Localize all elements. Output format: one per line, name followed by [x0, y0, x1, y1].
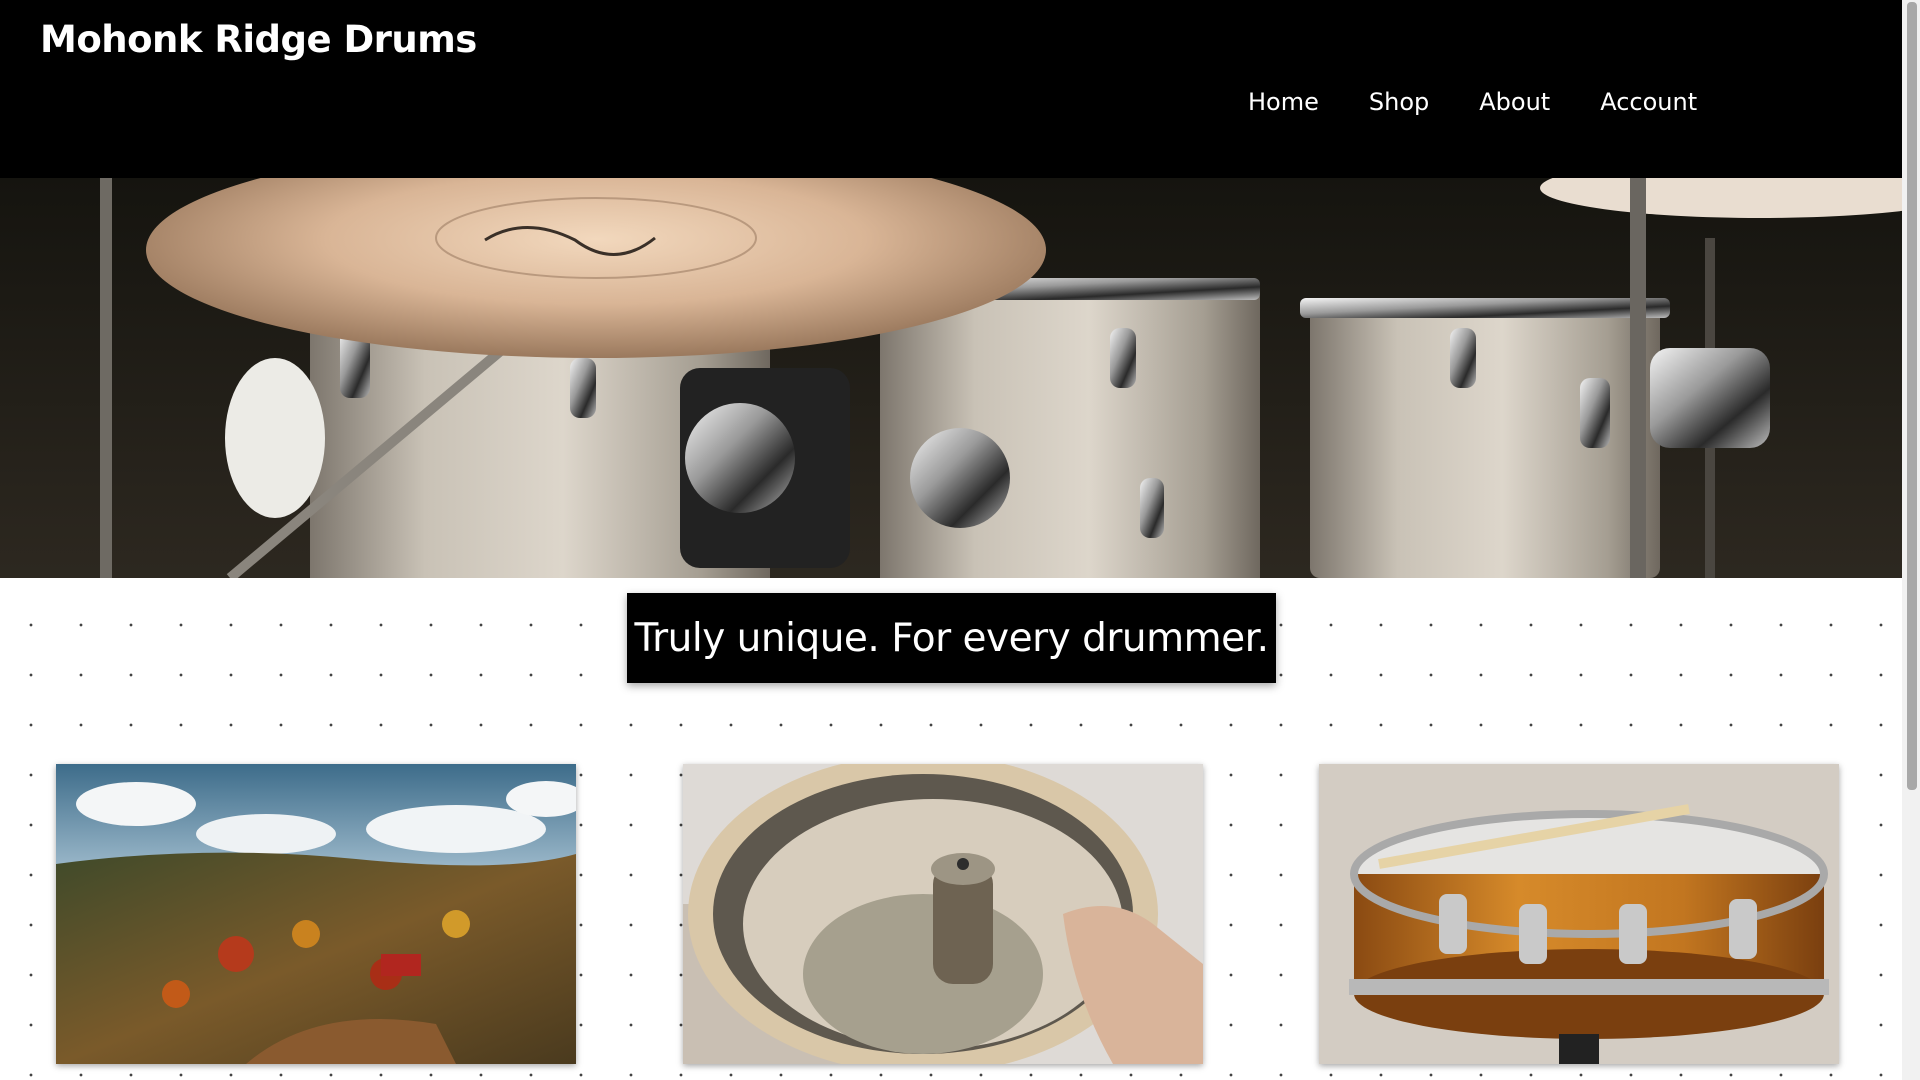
- main-nav: Home Shop About Account: [1248, 88, 1747, 116]
- nav-shop[interactable]: Shop: [1369, 88, 1429, 116]
- card-snare[interactable]: [1319, 764, 1839, 1064]
- card-landscape[interactable]: [56, 764, 576, 1064]
- tagline-banner: Truly unique. For every drummer.: [627, 593, 1276, 683]
- snare-drum-photo: [1319, 764, 1839, 1064]
- scrollbar-thumb[interactable]: [1907, 2, 1917, 790]
- tagline-text: Truly unique. For every drummer.: [634, 615, 1269, 661]
- site-logo[interactable]: Mohonk Ridge Drums: [40, 18, 477, 61]
- nav-about[interactable]: About: [1479, 88, 1550, 116]
- nav-home[interactable]: Home: [1248, 88, 1319, 116]
- hero-image: [0, 178, 1902, 578]
- page-scrollbar[interactable]: [1902, 0, 1920, 1080]
- autumn-farm-landscape-photo: [56, 764, 576, 1064]
- drum-kit-photo: [0, 178, 1902, 578]
- nav-account[interactable]: Account: [1600, 88, 1697, 116]
- card-workshop[interactable]: [683, 764, 1203, 1064]
- site-header: Mohonk Ridge Drums Home Shop About Accou…: [0, 0, 1902, 178]
- drum-shell-sanding-photo: [683, 764, 1203, 1064]
